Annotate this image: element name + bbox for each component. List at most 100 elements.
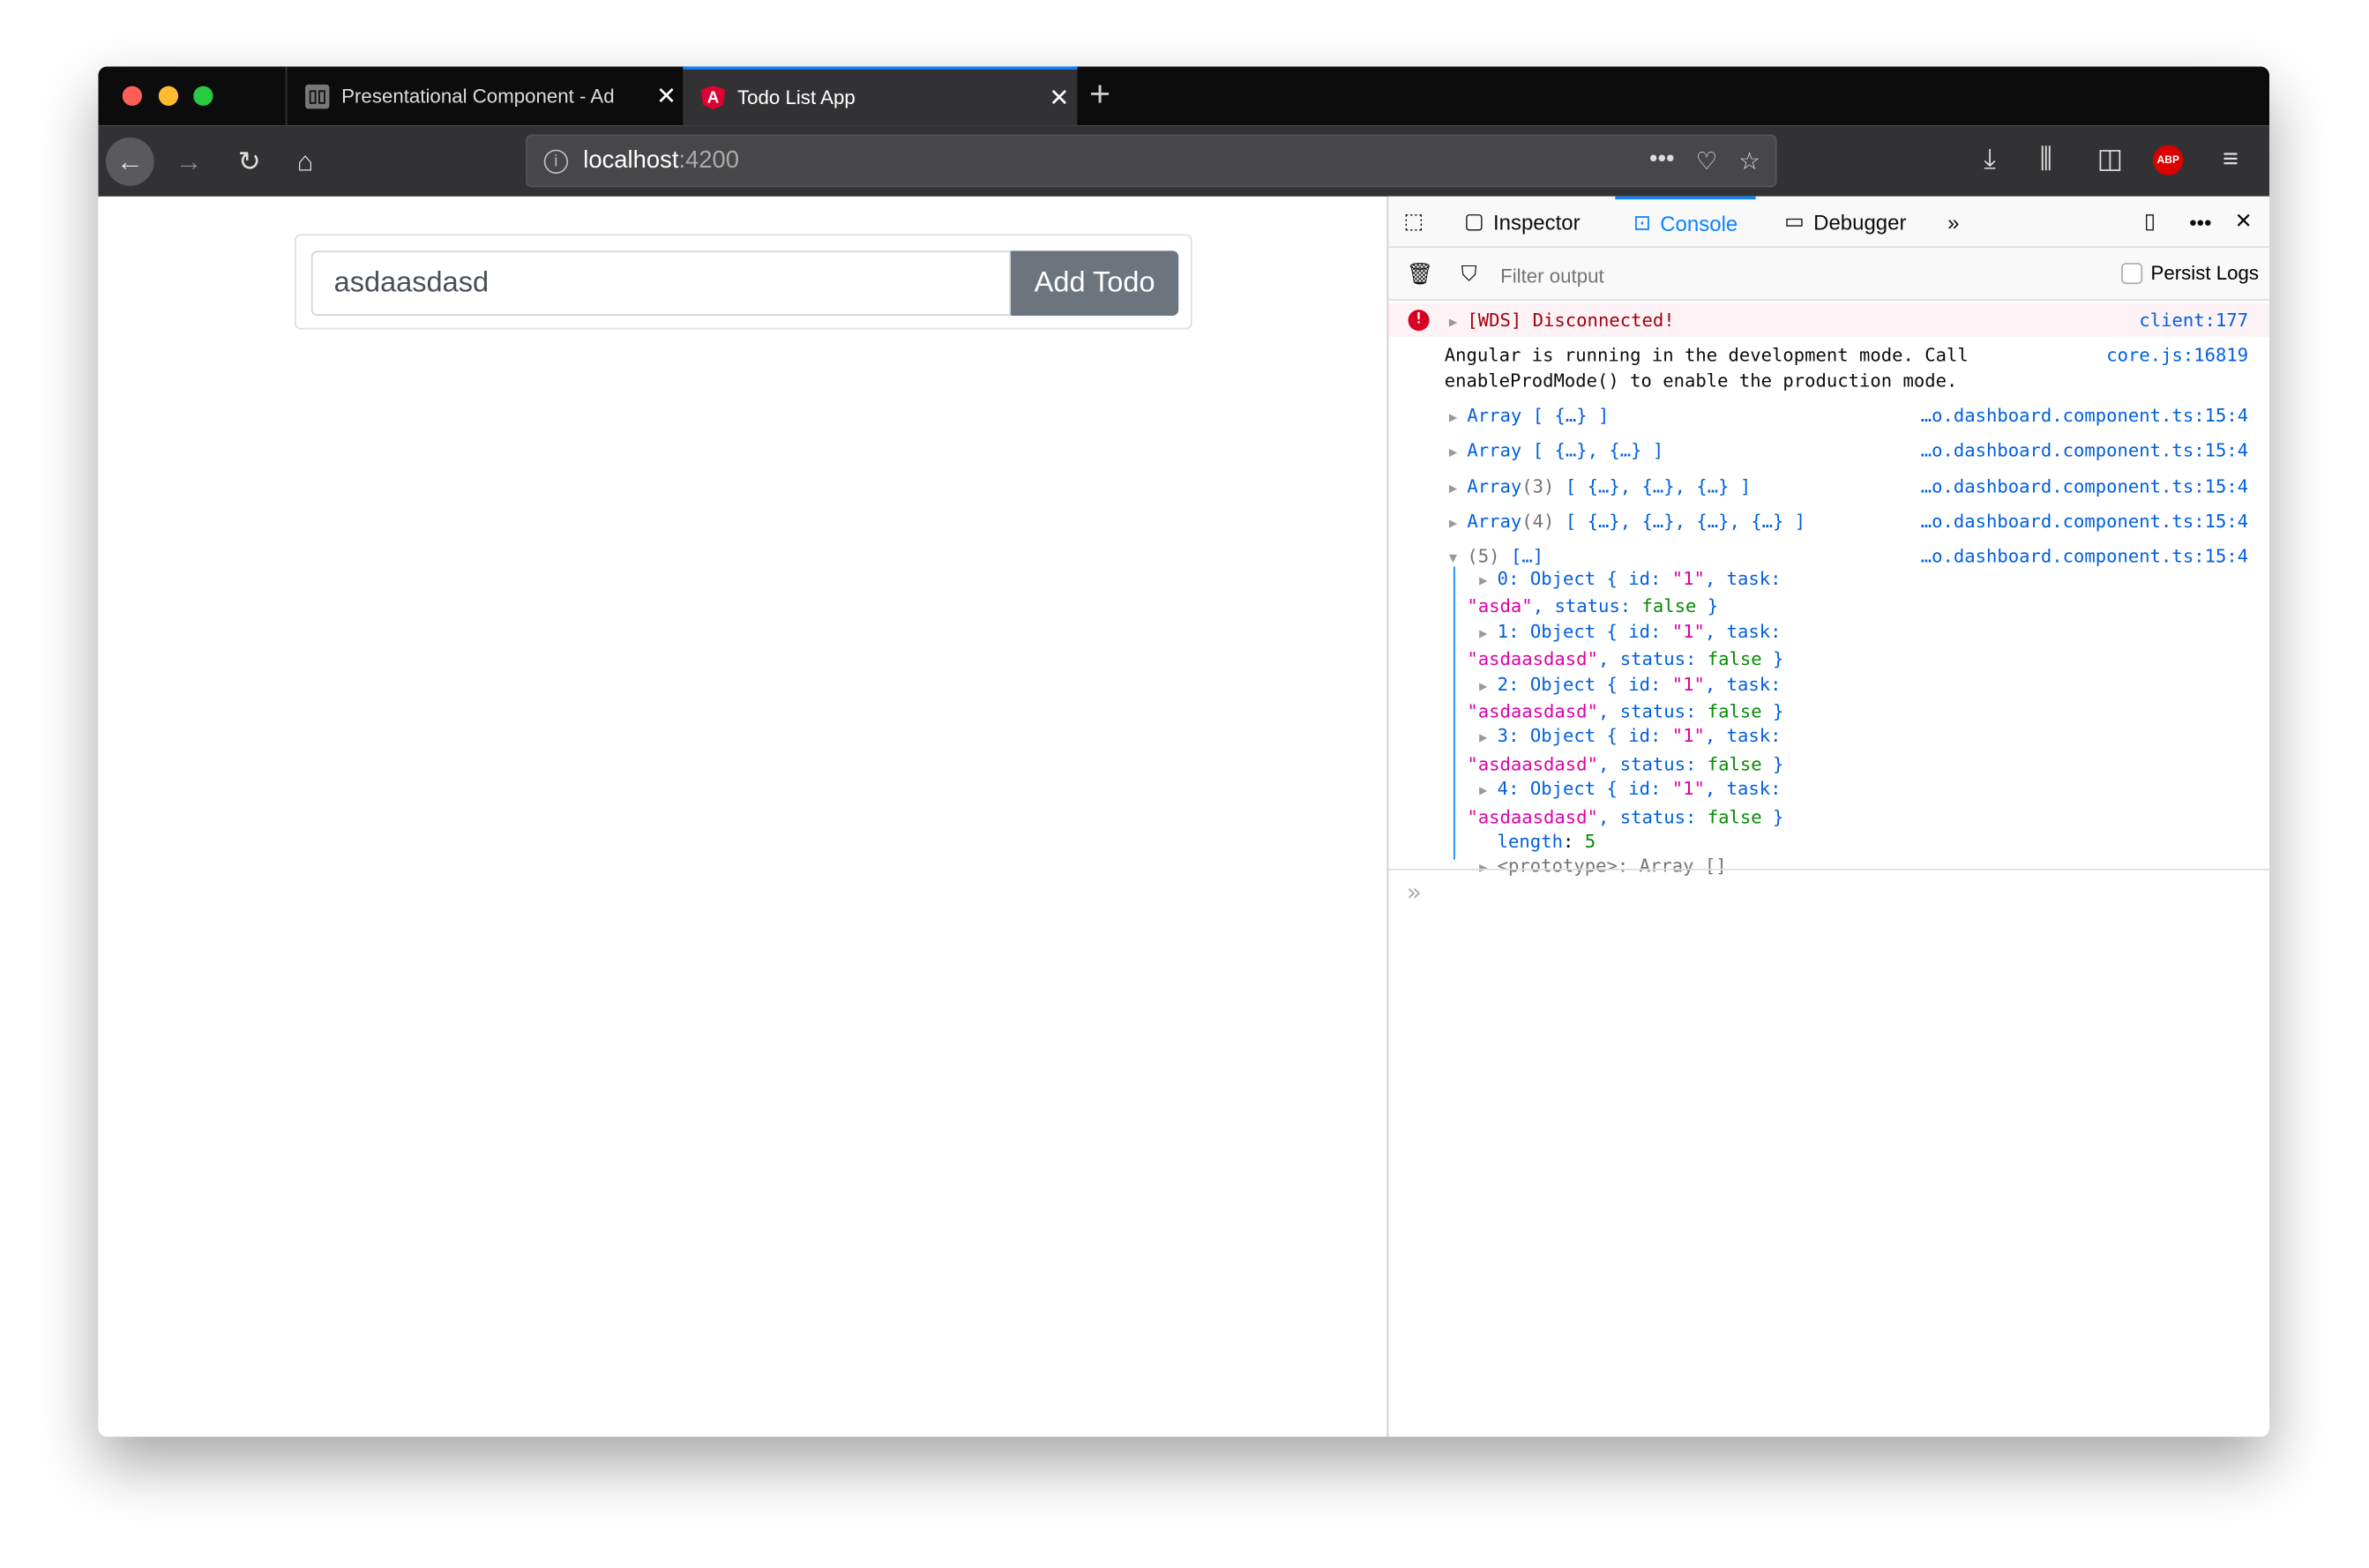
- library-icon[interactable]: ⫼: [2040, 144, 2052, 175]
- object-key: , status:: [1532, 595, 1642, 617]
- filter-input[interactable]: [1497, 257, 1957, 294]
- nav-toolbar: ← → ↻ ⌂ i localhost:4200 ••• ♡ ☆ ⤓ ⫼ ◫ A…: [98, 125, 2270, 198]
- source-link[interactable]: core.js:16819: [2106, 343, 2248, 368]
- back-button[interactable]: ←: [105, 137, 154, 186]
- array-items: [ {…}, {…}, {…}, {…} ]: [1565, 511, 1806, 533]
- expand-triangle-icon[interactable]: ▶: [1449, 512, 1468, 536]
- source-link[interactable]: …o.dashboard.component.ts:15:4: [1921, 438, 2248, 462]
- array-head: Array: [1467, 475, 1522, 497]
- object-index: 0: [1497, 568, 1509, 590]
- object-label: : Object { id:: [1508, 673, 1672, 695]
- more-tabs-icon[interactable]: »: [1947, 197, 1959, 247]
- downloads-icon[interactable]: ⤓: [1984, 144, 1996, 175]
- source-link[interactable]: client:177: [2139, 303, 2248, 337]
- array-count: (3): [1521, 475, 1555, 497]
- object-entry[interactable]: ▶ 0: Object { id: "1", task: "asda", statu…: [1467, 566, 1850, 619]
- object-line: "asdaasdasd", status: false }: [1467, 752, 1850, 777]
- source-link[interactable]: …o.dashboard.component.ts:15:4: [1921, 544, 2248, 568]
- expand-triangle-icon[interactable]: ▶: [1479, 570, 1498, 594]
- source-link[interactable]: …o.dashboard.component.ts:15:4: [1921, 510, 2248, 534]
- devtools-options-icon[interactable]: •••: [2189, 197, 2211, 247]
- array-items: [ {…}, {…} ]: [1532, 440, 1664, 462]
- tab-presentational-component[interactable]: ▯▯ Presentational Component - Ad ✕: [285, 66, 684, 126]
- collapse-triangle-icon[interactable]: ▼: [1449, 547, 1468, 571]
- reload-button[interactable]: ↻: [225, 138, 273, 186]
- home-button[interactable]: ⌂: [281, 138, 330, 186]
- close-tab-icon[interactable]: ✕: [648, 81, 684, 111]
- log-text: Angular is running in the development mo…: [1444, 344, 1969, 366]
- forward-button[interactable]: →: [165, 138, 213, 186]
- object-status: false: [1707, 753, 1762, 775]
- dock-icon[interactable]: ▯: [2144, 197, 2156, 247]
- object-entry[interactable]: ▶ 1: Object { id: "1", task: "asdaasdasd",…: [1467, 619, 1850, 672]
- minimize-window-button[interactable]: [158, 86, 179, 106]
- url-host: localhost: [583, 147, 679, 174]
- devtools-toolbar: ⬚ ▢ Inspector ⊡ Console ▭ Debugger » ▯ ••• …: [1388, 196, 2270, 248]
- object-brace: }: [1761, 648, 1784, 670]
- array-summary: ▶ Array [ {…}, {…} ]: [1449, 438, 1663, 466]
- expand-triangle-icon[interactable]: ▶: [1479, 675, 1498, 699]
- tab-label: Inspector: [1492, 209, 1581, 234]
- tab-inspector[interactable]: ▢ Inspector: [1464, 197, 1581, 247]
- persist-logs-checkbox[interactable]: Persist Logs: [2121, 261, 2259, 284]
- source-link[interactable]: …o.dashboard.component.ts:15:4: [1921, 403, 2248, 427]
- tab-console[interactable]: ⊡ Console: [1615, 196, 1756, 247]
- object-brace: }: [1761, 700, 1784, 722]
- url-bar[interactable]: i localhost:4200 ••• ♡ ☆: [526, 134, 1777, 188]
- maximize-window-button[interactable]: [193, 86, 213, 106]
- angular-icon: A: [700, 85, 726, 110]
- info-icon[interactable]: i: [543, 148, 569, 174]
- filter-icon[interactable]: ⛉: [1461, 248, 1477, 299]
- tab-label: Console: [1660, 210, 1738, 235]
- add-todo-button[interactable]: Add Todo: [1011, 250, 1179, 317]
- tab-title: Presentational Component - Ad: [341, 84, 615, 108]
- source-link[interactable]: …o.dashboard.component.ts:15:4: [1921, 474, 2248, 498]
- close-window-button[interactable]: [122, 86, 143, 106]
- object-line: ▶ 0: Object { id: "1", task:: [1473, 566, 1850, 594]
- object-key: , task:: [1704, 673, 1782, 695]
- bookmark-star-icon[interactable]: ☆: [1738, 146, 1760, 175]
- error-icon: !: [1408, 310, 1430, 332]
- expand-triangle-icon[interactable]: ▶: [1449, 442, 1468, 466]
- length-value: 5: [1584, 831, 1596, 853]
- object-id: "1": [1671, 778, 1705, 800]
- object-label: : Object { id:: [1508, 568, 1672, 590]
- tab-bar: ▯▯ Presentational Component - Ad ✕ A Tod…: [98, 66, 2270, 126]
- expand-triangle-icon[interactable]: ▶: [1449, 477, 1468, 501]
- expand-triangle-icon[interactable]: ▶: [1449, 407, 1468, 430]
- menu-icon[interactable]: ≡: [2223, 144, 2238, 175]
- expand-triangle-icon[interactable]: ▶: [1479, 780, 1498, 804]
- object-status: false: [1707, 648, 1762, 670]
- devtools-panel: ⬚ ▢ Inspector ⊡ Console ▭ Debugger » ▯ ••• …: [1386, 196, 2270, 1437]
- tab-debugger[interactable]: ▭ Debugger: [1784, 197, 1906, 247]
- array-count: (4): [1521, 511, 1555, 533]
- object-index: 4: [1497, 778, 1509, 800]
- object-key: , task:: [1704, 620, 1782, 642]
- object-key: , task:: [1704, 568, 1782, 590]
- expand-triangle-icon[interactable]: ▶: [1479, 728, 1498, 752]
- new-tab-button[interactable]: +: [1089, 75, 1110, 116]
- prototype-text: <prototype>: Array []: [1497, 855, 1727, 877]
- console-error-message[interactable]: ! ▶ [WDS] Disconnected! client:177: [1388, 303, 2270, 340]
- todo-input[interactable]: [310, 250, 1012, 317]
- browser-window: ▯▯ Presentational Component - Ad ✕ A Tod…: [98, 66, 2270, 1437]
- clear-console-icon[interactable]: 🗑: [1407, 248, 1433, 299]
- object-index: 3: [1497, 726, 1509, 748]
- object-brace: }: [1761, 753, 1784, 775]
- console-prompt[interactable]: »: [1407, 877, 1422, 907]
- close-devtools-icon[interactable]: ✕: [2235, 197, 2253, 247]
- element-picker-icon[interactable]: ⬚: [1403, 197, 1424, 247]
- tab-todo-list-app[interactable]: A Todo List App ✕: [683, 66, 1078, 126]
- close-tab-icon[interactable]: ✕: [1041, 82, 1077, 112]
- book-icon: ▯▯: [305, 84, 330, 108]
- more-actions-icon[interactable]: •••: [1649, 146, 1675, 175]
- object-entry[interactable]: ▶ 3: Object { id: "1", task: "asdaasdasd",…: [1467, 724, 1850, 777]
- sidebar-icon[interactable]: ◫: [2097, 144, 2123, 175]
- pocket-icon[interactable]: ♡: [1696, 146, 1718, 175]
- object-entry[interactable]: ▶ 2: Object { id: "1", task: "asdaasdasd",…: [1467, 672, 1850, 725]
- adblock-plus-icon[interactable]: ABP: [2153, 145, 2184, 175]
- object-task: "asdaasdasd": [1467, 700, 1598, 722]
- object-entry[interactable]: ▶ 4: Object { id: "1", task: "asdaasdasd",…: [1467, 777, 1850, 830]
- expand-triangle-icon[interactable]: ▶: [1479, 622, 1498, 646]
- expand-triangle-icon[interactable]: ▶: [1449, 307, 1468, 340]
